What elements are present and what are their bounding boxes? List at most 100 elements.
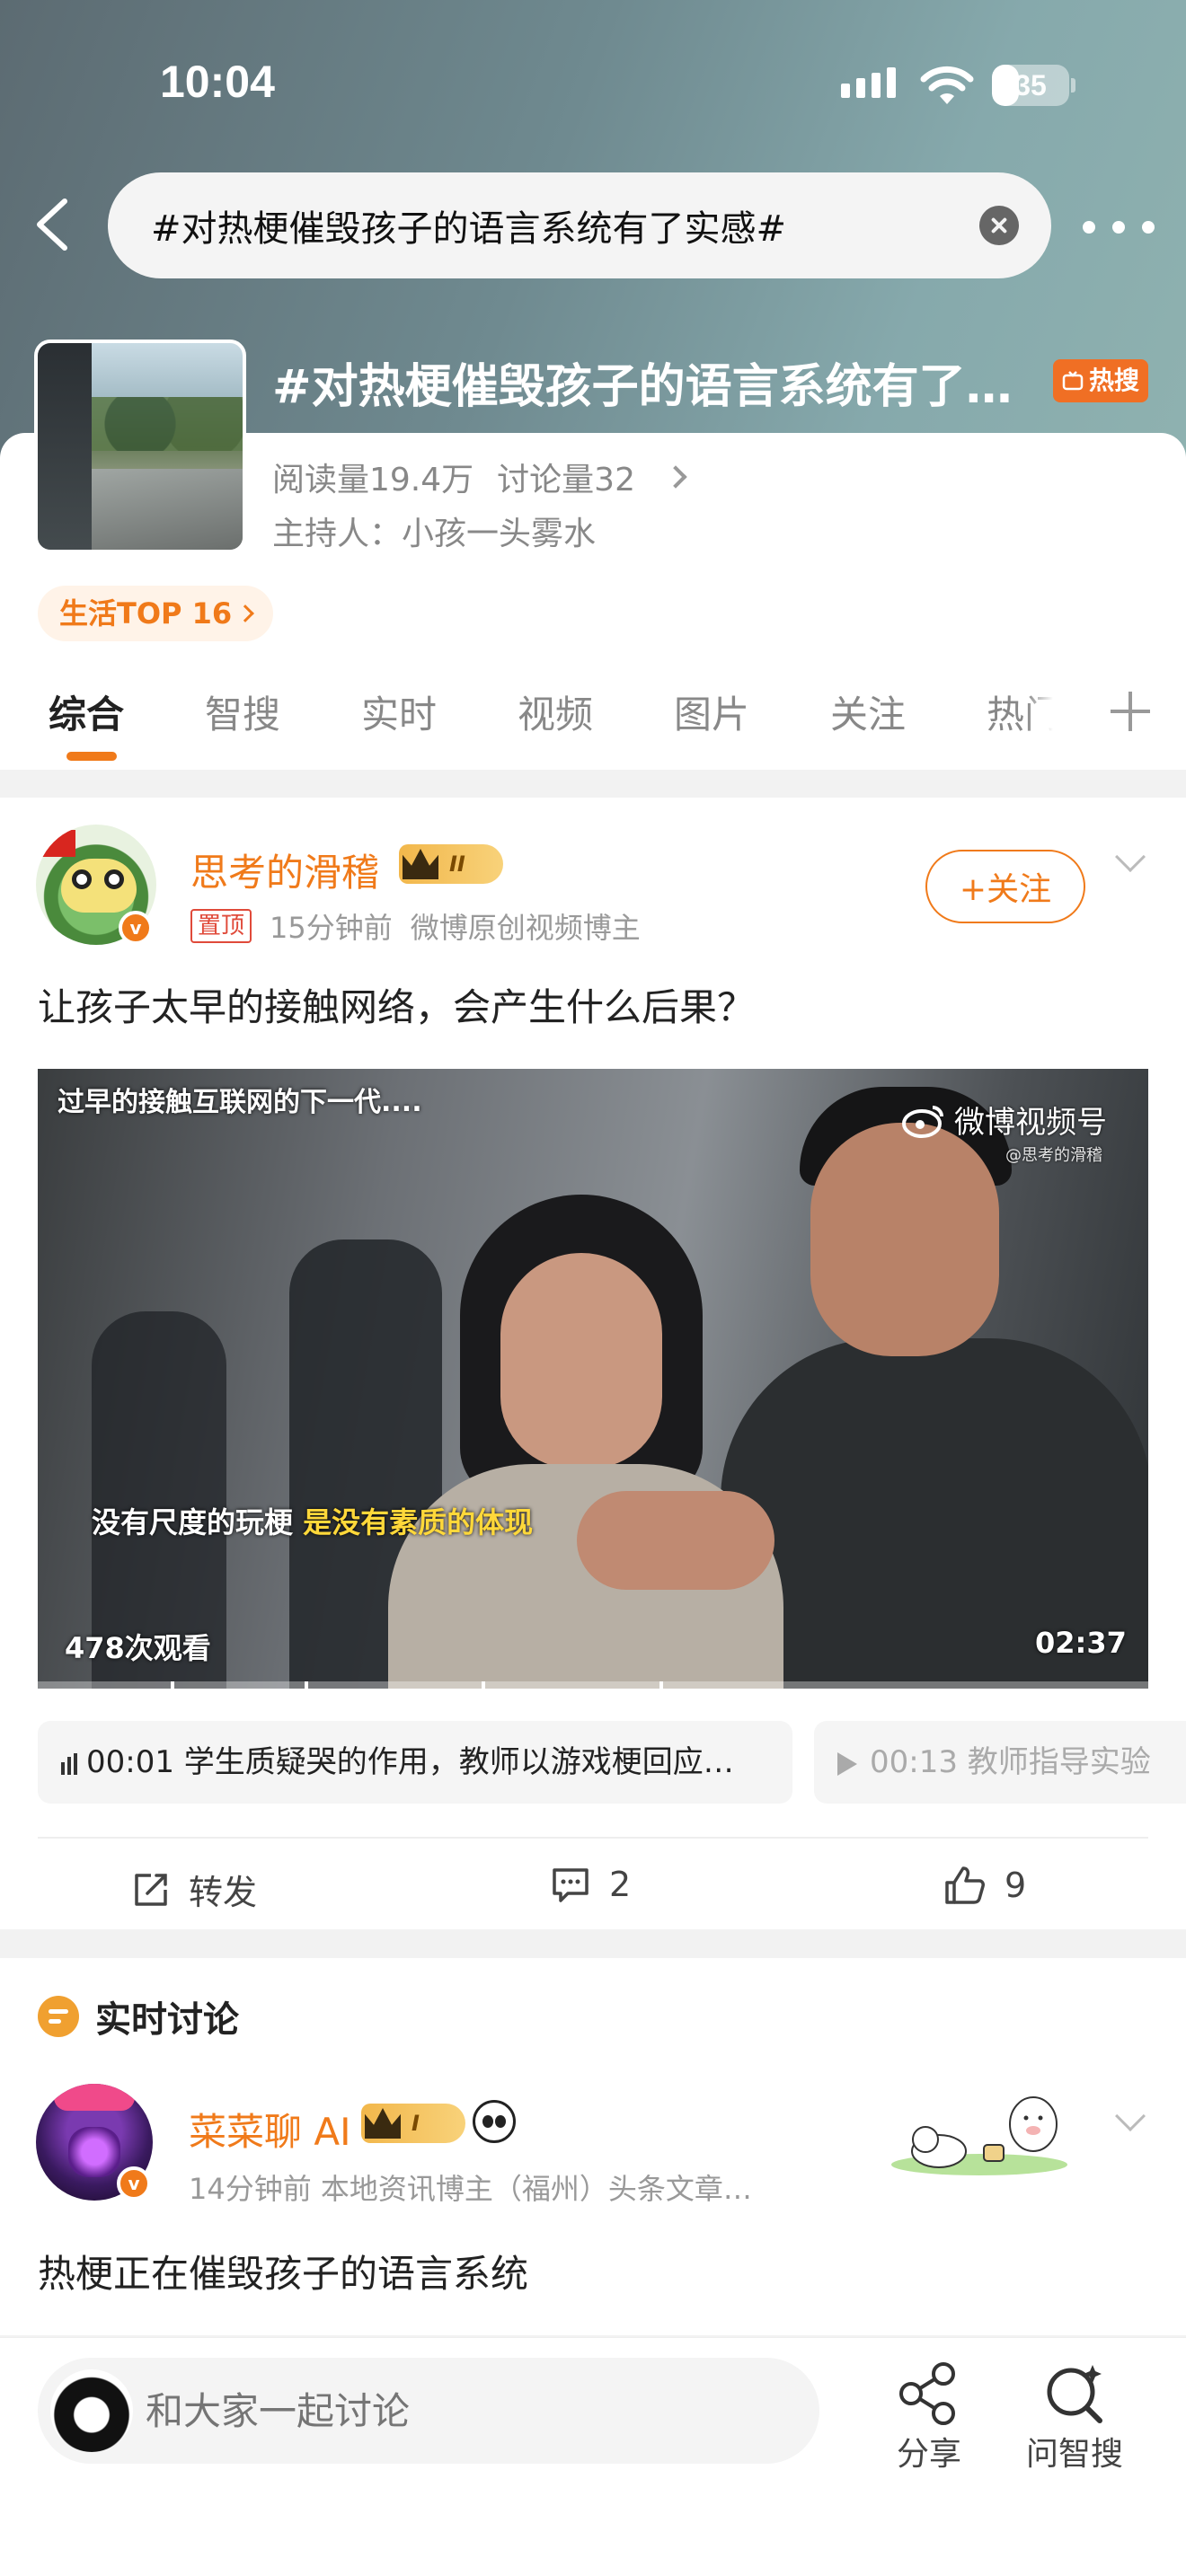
chat-bubble-icon: [38, 1996, 79, 2037]
comment-button[interactable]: 2: [550, 1865, 631, 1904]
post-text: 让孩子太早的接触网络，会产生什么后果？: [38, 985, 756, 1029]
video-duration: 02:37: [1035, 1626, 1127, 1660]
read-count: 阅读量19.4万: [272, 462, 474, 498]
back-arrow-icon[interactable]: [25, 189, 79, 260]
watermark-sub: @思考的滑稽: [1005, 1146, 1102, 1165]
video-chapters: 00:01 学生质疑哭的作用，教师以游戏梗回应… 00:13 教师指导实验: [38, 1721, 1186, 1804]
video-caption-top: 过早的接触互联网的下一代....: [58, 1087, 422, 1118]
tab-视频[interactable]: 视频: [518, 684, 593, 756]
post-actions: 转发 2 9: [0, 1839, 1186, 1929]
crown-icon: [365, 2108, 401, 2139]
clear-icon[interactable]: [979, 206, 1019, 245]
realtime-meta: 14分钟前 本地资讯博主（福州）头条文章…: [189, 2172, 752, 2206]
video-view-count: 478次观看: [65, 1631, 211, 1665]
verified-icon: v: [119, 911, 153, 945]
level-label: II: [449, 851, 465, 877]
comment-icon: [553, 1868, 589, 1902]
divider: [38, 1837, 1148, 1839]
post-source: 微博原创视频博主: [410, 911, 641, 945]
chevron-down-icon[interactable]: [1115, 2101, 1146, 2131]
more-options-icon[interactable]: [1083, 214, 1155, 241]
chevron-right-icon: [236, 604, 255, 622]
repost-button[interactable]: 转发: [131, 1865, 257, 1914]
tab-智搜[interactable]: 智搜: [205, 684, 280, 756]
smart-search-icon: [1047, 2365, 1102, 2423]
comment-box[interactable]: [38, 2358, 819, 2464]
chapter-item[interactable]: 00:13 教师指导实验: [814, 1721, 1186, 1804]
video-player[interactable]: 过早的接触互联网的下一代.... 没有尺度的玩梗 是没有素质的体现 微博视频号 …: [38, 1069, 1148, 1689]
tab-热门[interactable]: 热门: [987, 684, 1053, 756]
chapter-label: 00:01 学生质疑哭的作用，教师以游戏梗回应…: [86, 1744, 734, 1780]
battery-level: 35: [1014, 69, 1047, 101]
realtime-username[interactable]: 菜菜聊 AI: [189, 2102, 350, 2157]
ask-smart-search-button[interactable]: 问智搜: [1012, 2354, 1137, 2473]
wifi-icon: [920, 66, 974, 104]
discussion-count: 讨论量32: [497, 462, 635, 498]
hot-badge-label: 热搜: [1089, 366, 1140, 395]
search-bar[interactable]: [108, 172, 1051, 278]
share-label: 分享: [896, 2436, 961, 2473]
share-button[interactable]: 分享: [866, 2354, 992, 2473]
pinned-badge: 置顶: [190, 909, 252, 943]
comment-count: 2: [609, 1865, 632, 1904]
comment-input[interactable]: [146, 2388, 774, 2433]
share-icon: [899, 2362, 955, 2425]
video-caption-mid: 没有尺度的玩梗 是没有素质的体现: [92, 1500, 533, 1541]
level-badge: II: [399, 844, 503, 884]
realtime-discussion-card: 实时讨论 v 菜菜聊 AI I 14分钟前 本地资讯博主（福州）头条文章… 热梗…: [0, 1958, 1186, 2335]
rank-tag[interactable]: 生活TOP 16: [38, 586, 274, 641]
post-time: 15分钟前: [270, 911, 393, 945]
post-meta: 置顶 15分钟前 微博原创视频博主: [190, 905, 641, 947]
cellular-signal-icon: [841, 67, 896, 98]
topic-stats[interactable]: 阅读量19.4万 讨论量32: [272, 454, 687, 500]
tv-icon: [1062, 371, 1084, 391]
topic-host: 主持人：小孩一头雾水: [272, 516, 597, 552]
status-time: 10:04: [160, 57, 275, 107]
playing-bars-icon: [61, 1752, 77, 1775]
add-tab-icon[interactable]: [1111, 692, 1150, 731]
realtime-title: 实时讨论: [95, 1999, 239, 2041]
weibo-logo-icon: [902, 1105, 943, 1138]
verified-icon: v: [117, 2166, 151, 2201]
bottom-bar: 分享 问智搜: [0, 2337, 1186, 2576]
thumbs-up-icon: [945, 1866, 985, 1904]
avatar: [50, 2369, 133, 2452]
chevron-down-icon[interactable]: [1115, 842, 1146, 872]
tab-bar: 综合 智搜 实时 视频 图片 关注 热门: [0, 684, 1186, 770]
realtime-header: 实时讨论: [38, 1990, 239, 2042]
topic-title: #对热梗催毁孩子的语言系统有了…: [272, 360, 1013, 414]
status-bar: 10:04 35: [0, 0, 1186, 171]
tab-图片[interactable]: 图片: [674, 684, 749, 756]
post-username[interactable]: 思考的滑稽: [190, 842, 379, 897]
tab-关注[interactable]: 关注: [830, 684, 906, 756]
video-caption-plain: 没有尺度的玩梗: [92, 1505, 294, 1539]
video-progress-bar[interactable]: [38, 1681, 1148, 1689]
level-label: I: [412, 2111, 420, 2136]
hot-search-badge[interactable]: 热搜: [1053, 359, 1149, 402]
panda-icon: [473, 2100, 516, 2143]
level-badge: I: [361, 2104, 465, 2143]
chapter-label: 00:13 教师指导实验: [870, 1744, 1151, 1780]
topic-thumbnail: [34, 340, 246, 553]
crown-icon: [403, 849, 438, 879]
realtime-post-text: 热梗正在催毁孩子的语言系统: [38, 2252, 529, 2296]
tab-实时[interactable]: 实时: [361, 684, 437, 756]
cows-sticker-icon: [891, 2096, 1067, 2175]
repost-icon: [135, 1873, 167, 1906]
follow-button[interactable]: +关注: [925, 850, 1085, 923]
post-card: v 思考的滑稽 II 置顶 15分钟前 微博原创视频博主 +关注 让孩子太早的接…: [0, 798, 1186, 1929]
video-watermark: 微博视频号 @思考的滑稽: [902, 1098, 1107, 1165]
watermark-label: 微博视频号: [954, 1105, 1107, 1141]
chapter-item[interactable]: 00:01 学生质疑哭的作用，教师以游戏梗回应…: [38, 1721, 792, 1804]
like-count: 9: [1005, 1866, 1027, 1905]
play-icon: [837, 1751, 857, 1776]
ask-label: 问智搜: [1025, 2436, 1123, 2473]
video-caption-highlight: 是没有素质的体现: [303, 1505, 534, 1539]
search-input[interactable]: [151, 205, 960, 246]
chevron-right-icon: [664, 465, 687, 489]
tab-综合[interactable]: 综合: [49, 684, 124, 761]
like-button[interactable]: 9: [943, 1865, 1026, 1906]
repost-label: 转发: [189, 1873, 258, 1912]
battery-icon: 35: [992, 65, 1075, 106]
rank-tag-label: 生活TOP 16: [59, 596, 233, 631]
